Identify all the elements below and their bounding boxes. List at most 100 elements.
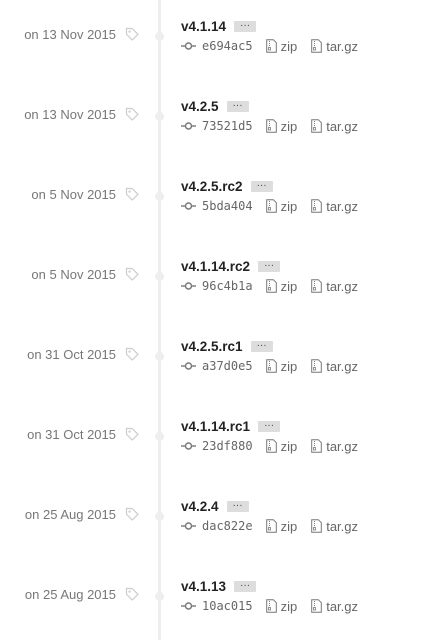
file-zip-icon (311, 279, 323, 293)
release-date: on 5 Nov 2015 (31, 266, 116, 282)
targz-download-link[interactable]: tar.gz (311, 119, 358, 134)
git-commit-icon (181, 442, 196, 450)
tag-icon (125, 187, 139, 201)
tag-title-line: v4.1.14.rc1 ··· (181, 417, 358, 435)
ellipsis-button[interactable]: ··· (226, 100, 249, 112)
tag-meta: on 31 Oct 2015 (27, 346, 140, 362)
tag-content: v4.2.5.rc2 ··· 5bda404 zip tar.gz (181, 177, 358, 215)
tag-row: on 5 Nov 2015 v4.1.14.rc2 ··· 96c4b1a zi… (0, 240, 448, 320)
ellipsis-button[interactable]: ··· (250, 180, 273, 192)
tag-icon (125, 507, 139, 521)
zip-label: zip (280, 438, 298, 454)
zip-download-link[interactable]: zip (265, 278, 298, 294)
commit-sha-link[interactable]: 73521d5 (202, 119, 253, 133)
file-zip-icon (311, 199, 323, 213)
git-commit-icon (181, 522, 196, 530)
tag-title-line: v4.2.4 ··· (181, 497, 358, 515)
tag-name-link[interactable]: v4.2.5 (181, 99, 219, 114)
tag-meta: on 5 Nov 2015 (31, 186, 140, 202)
zip-download-link[interactable]: zip (265, 198, 298, 214)
commit-sha-link[interactable]: 23df880 (202, 439, 253, 453)
git-commit-icon (181, 602, 196, 610)
ellipsis-button[interactable]: ··· (234, 580, 257, 592)
targz-label: tar.gz (326, 438, 358, 454)
timeline-dot (155, 192, 164, 201)
tag-links: dac822e zip tar.gz (181, 517, 358, 535)
tag-title-line: v4.2.5.rc1 ··· (181, 337, 358, 355)
targz-download-link[interactable]: tar.gz (311, 199, 358, 214)
tag-meta: on 13 Nov 2015 (24, 26, 140, 42)
commit-sha-link[interactable]: 10ac015 (202, 599, 253, 613)
timeline-dot (155, 512, 164, 521)
zip-download-link[interactable]: zip (265, 599, 297, 614)
tag-icon (125, 427, 139, 441)
ellipsis-button[interactable]: ··· (226, 500, 249, 512)
tag-links: a37d0e5 zip tar.gz (181, 357, 358, 375)
tag-row: on 13 Nov 2015 v4.1.14 ··· e694ac5 zip t… (0, 0, 448, 80)
targz-download-link[interactable]: tar.gz (311, 519, 358, 534)
ellipsis-button[interactable]: ··· (250, 340, 273, 352)
tag-links: e694ac5 zip tar.gz (181, 37, 358, 55)
file-zip-icon (265, 519, 277, 533)
commit-sha-link[interactable]: dac822e (202, 519, 253, 533)
tag-content: v4.1.14 ··· e694ac5 zip tar.gz (181, 17, 358, 55)
tag-name-link[interactable]: v4.2.5.rc2 (181, 179, 243, 194)
tag-icon (125, 587, 139, 601)
commit-sha-link[interactable]: 5bda404 (202, 199, 253, 213)
zip-label: zip (280, 358, 298, 374)
commit-sha-link[interactable]: a37d0e5 (202, 359, 253, 373)
targz-download-link[interactable]: tar.gz (311, 359, 358, 374)
targz-download-link[interactable]: tar.gz (311, 39, 358, 54)
release-date: on 25 Aug 2015 (24, 506, 116, 522)
targz-download-link[interactable]: tar.gz (311, 599, 358, 614)
tag-title-line: v4.2.5 ··· (181, 97, 358, 115)
tag-row: on 25 Aug 2015 v4.1.13 ··· 10ac015 zip t… (0, 560, 448, 640)
zip-download-link[interactable]: zip (265, 438, 298, 454)
tag-links: 5bda404 zip tar.gz (181, 197, 358, 215)
targz-download-link[interactable]: tar.gz (311, 279, 358, 294)
zip-download-link[interactable]: zip (265, 39, 297, 54)
zip-download-link[interactable]: zip (265, 519, 297, 534)
tag-meta: on 31 Oct 2015 (27, 426, 140, 442)
commit-sha-link[interactable]: e694ac5 (202, 39, 253, 53)
tag-name-link[interactable]: v4.2.4 (181, 499, 219, 514)
release-date: on 31 Oct 2015 (27, 426, 116, 442)
ellipsis-button[interactable]: ··· (258, 260, 281, 272)
zip-download-link[interactable]: zip (265, 118, 298, 134)
file-zip-icon (265, 199, 277, 213)
zip-label: zip (280, 278, 298, 294)
tag-row: on 13 Nov 2015 v4.2.5 ··· 73521d5 zip ta… (0, 80, 448, 160)
git-commit-icon (181, 42, 196, 50)
tag-name-link[interactable]: v4.1.14.rc1 (181, 419, 250, 434)
file-zip-icon (265, 279, 277, 293)
tag-name-link[interactable]: v4.1.13 (181, 579, 226, 594)
zip-download-link[interactable]: zip (265, 358, 298, 374)
file-zip-icon (265, 39, 277, 53)
tag-row: on 25 Aug 2015 v4.2.4 ··· dac822e zip ta… (0, 480, 448, 560)
tag-icon (125, 27, 139, 41)
ellipsis-button[interactable]: ··· (234, 20, 257, 32)
release-date: on 5 Nov 2015 (31, 186, 116, 202)
file-zip-icon (265, 119, 277, 133)
timeline-dot (155, 592, 164, 601)
commit-sha-link[interactable]: 96c4b1a (202, 279, 253, 293)
zip-label: zip (280, 118, 298, 134)
targz-label: tar.gz (326, 278, 358, 294)
ellipsis-button[interactable]: ··· (258, 420, 281, 432)
tag-name-link[interactable]: v4.1.14 (181, 19, 226, 34)
targz-download-link[interactable]: tar.gz (311, 439, 358, 454)
tag-title-line: v4.2.5.rc2 ··· (181, 177, 358, 195)
tag-meta: on 5 Nov 2015 (31, 266, 140, 282)
tag-name-link[interactable]: v4.2.5.rc1 (181, 339, 243, 354)
timeline-dot (155, 352, 164, 361)
git-commit-icon (181, 202, 196, 210)
git-commit-icon (181, 362, 196, 370)
tag-name-link[interactable]: v4.1.14.rc2 (181, 259, 250, 274)
zip-label: zip (280, 198, 298, 214)
file-zip-icon (311, 39, 323, 53)
tag-icon (125, 347, 139, 361)
tag-meta: on 25 Aug 2015 (25, 586, 140, 602)
timeline-dot (155, 32, 164, 41)
tag-content: v4.1.14.rc2 ··· 96c4b1a zip tar.gz (181, 257, 358, 295)
tag-row: on 31 Oct 2015 v4.2.5.rc1 ··· a37d0e5 zi… (0, 320, 448, 400)
